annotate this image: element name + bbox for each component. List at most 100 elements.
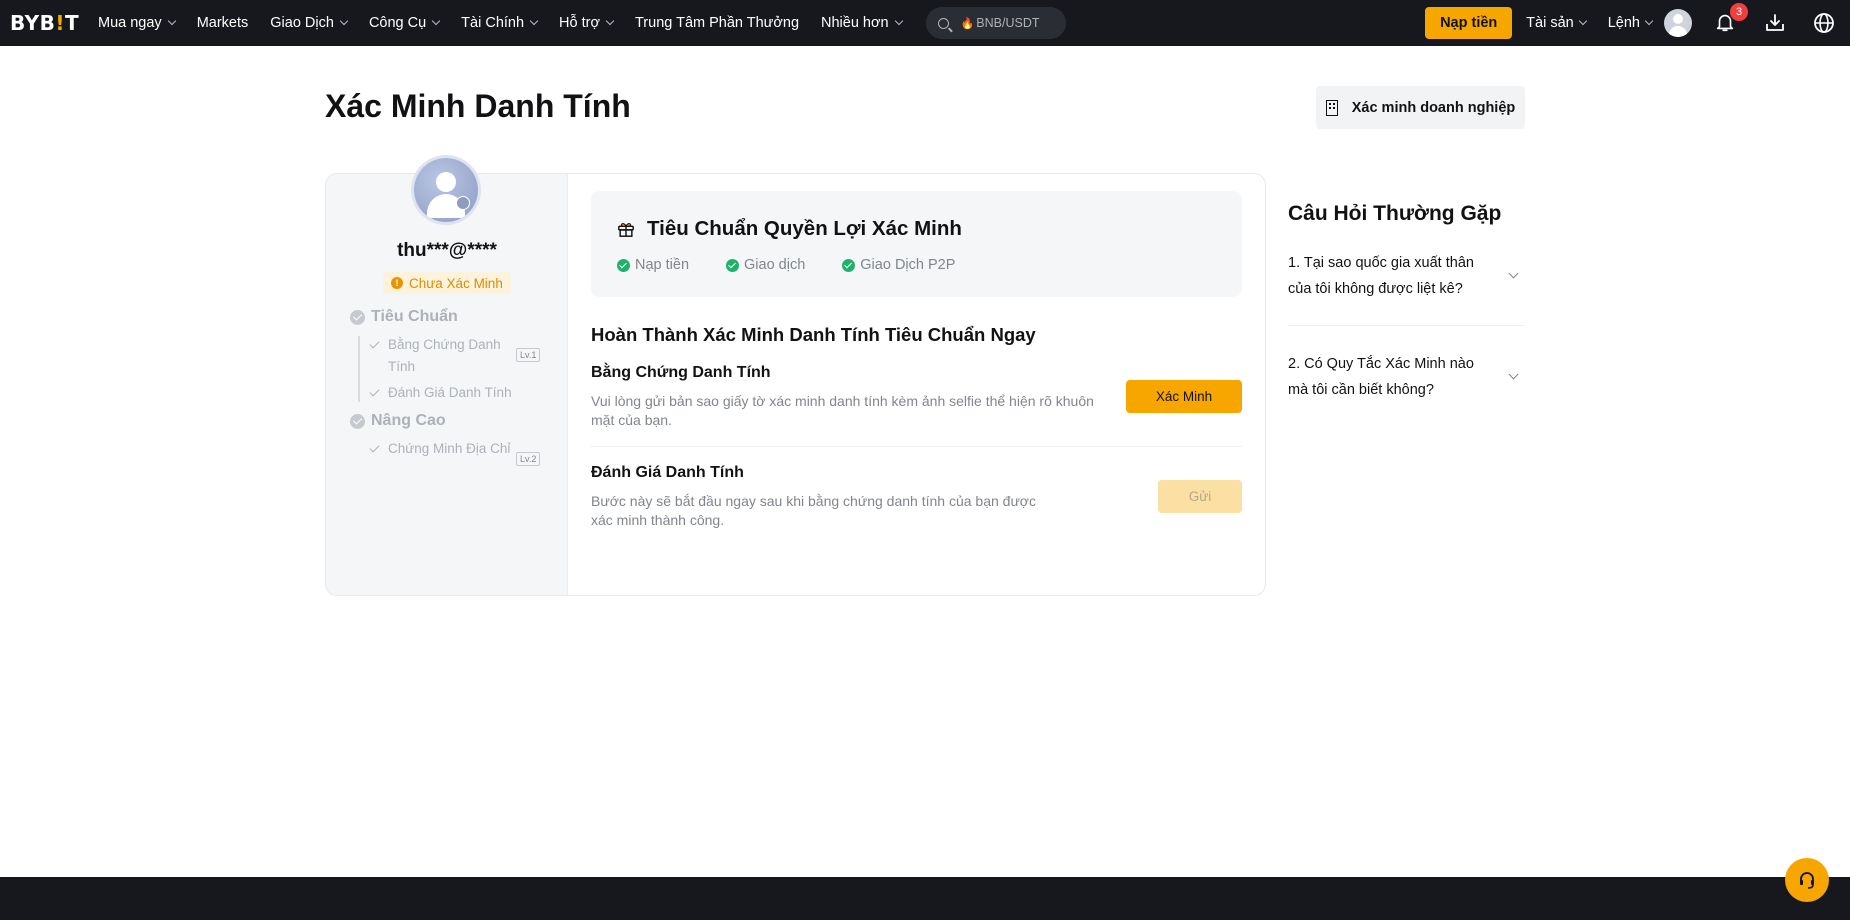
- identity-review-description: Bước này sẽ bắt đầu ngay sau khi bằng ch…: [591, 493, 1036, 528]
- status-text: Chưa Xác Minh: [409, 275, 503, 291]
- nav-more[interactable]: Nhiều hơn: [821, 0, 903, 46]
- customer-support-button[interactable]: [1785, 858, 1829, 902]
- chevron-down-icon: [339, 16, 349, 26]
- orders-label: Lệnh: [1607, 15, 1640, 31]
- benefit-item: Giao Dịch P2P: [842, 257, 955, 273]
- faq-question: 1. Tại sao quốc gia xuất thân của tôi kh…: [1288, 255, 1474, 297]
- benefits-title-text: Tiêu Chuẩn Quyền Lợi Xác Minh: [647, 217, 962, 240]
- chevron-down-icon: [1578, 16, 1587, 26]
- business-verification-button[interactable]: Xác minh doanh nghiệp: [1316, 86, 1525, 129]
- user-avatar[interactable]: [1664, 9, 1692, 37]
- step-group-label: Nâng Cao: [371, 412, 446, 429]
- benefit-item: Nạp tiền: [617, 257, 689, 273]
- nav-markets[interactable]: Markets: [197, 0, 249, 46]
- chevron-down-icon: [167, 16, 176, 26]
- step-label: Đánh Giá Danh Tính: [388, 385, 512, 400]
- chevron-down-icon: [431, 16, 441, 26]
- topbar-right: Nạp tiền Tài sản Lệnh 3: [1425, 0, 1850, 46]
- nav-label: Hỗ trợ: [559, 15, 600, 31]
- section-title: Hoàn Thành Xác Minh Danh Tính Tiêu Chuẩn…: [591, 324, 1036, 345]
- nav-label: Markets: [196, 15, 249, 31]
- faq-question: 2. Có Quy Tắc Xác Minh nào mà tôi cần bi…: [1288, 356, 1474, 398]
- search-input[interactable]: 🔥 BNB/USDT: [925, 7, 1066, 39]
- level-badge: Lv.1: [516, 348, 541, 362]
- nav-tools[interactable]: Công Cụ: [368, 0, 441, 46]
- download-button[interactable]: [1763, 11, 1787, 35]
- step-connector: [358, 336, 360, 402]
- check-circle-icon: [350, 413, 365, 429]
- chevron-down-icon: [1508, 268, 1519, 279]
- chevron-down-icon: [529, 16, 539, 26]
- chevron-down-icon: [605, 16, 615, 26]
- nav-support[interactable]: Hỗ trợ: [559, 0, 615, 46]
- step-label: Bằng Chứng Danh Tính: [388, 337, 501, 374]
- search-icon: [937, 17, 949, 29]
- chevron-down-icon: [1644, 16, 1654, 26]
- faq-divider: [1288, 325, 1525, 326]
- nav-label: Trung Tâm Phần Thưởng: [634, 15, 800, 31]
- logo-text: BYB: [10, 11, 56, 35]
- check-circle-icon: [726, 258, 740, 272]
- avatar-head: [436, 172, 456, 192]
- assets-label: Tài sản: [1526, 15, 1574, 31]
- building-icon: [1325, 99, 1338, 116]
- step-group-standard: Tiêu Chuẩn: [350, 308, 458, 326]
- identity-proof-title: Bằng Chứng Danh Tính: [591, 364, 771, 381]
- business-verification-label: Xác minh doanh nghiệp: [1351, 99, 1516, 116]
- top-navigation-bar: BYB! T Mua ngay Markets Giao Dịch Công Cụ…: [0, 0, 1850, 46]
- nav-finance[interactable]: Tài Chính: [461, 0, 539, 46]
- step-address-proof: Chứng Minh Địa Chỉ: [369, 438, 512, 460]
- check-circle-icon: [617, 258, 630, 272]
- nav-trade[interactable]: Giao Dịch: [270, 0, 349, 46]
- deposit-button[interactable]: Nạp tiền: [1425, 7, 1513, 39]
- benefit-label: Giao Dịch P2P: [860, 257, 956, 273]
- verify-button[interactable]: Xác Minh: [1126, 380, 1242, 413]
- download-icon: [1766, 14, 1784, 31]
- warning-icon: !: [391, 277, 403, 289]
- assets-menu[interactable]: Tài sản: [1526, 15, 1587, 31]
- divider: [591, 446, 1242, 447]
- search-placeholder: BNB/USDT: [976, 16, 1040, 30]
- nav-label: Nhiều hơn: [821, 15, 889, 31]
- check-circle-icon: [350, 309, 365, 325]
- chevron-down-icon: [1508, 369, 1519, 380]
- step-identity-proof: Bằng Chứng Danh Tính: [369, 334, 512, 378]
- notification-badge: 3: [1730, 3, 1748, 21]
- page-title: Xác Minh Danh Tính: [325, 88, 631, 124]
- faq-title: Câu Hỏi Thường Gặp: [1288, 202, 1502, 225]
- profile-avatar[interactable]: [414, 158, 478, 222]
- bybit-logo[interactable]: BYB! T: [10, 0, 82, 46]
- gift-icon: [618, 223, 634, 237]
- footer: [0, 877, 1850, 920]
- check-circle-icon: [842, 258, 856, 272]
- nav-label: Mua ngay: [98, 15, 162, 31]
- step-group-advanced: Nâng Cao: [350, 412, 446, 430]
- check-icon: [369, 386, 380, 397]
- level-badge: Lv.2: [516, 452, 541, 466]
- nav-rewards-hub[interactable]: Trung Tâm Phần Thưởng: [635, 0, 799, 46]
- submit-button[interactable]: Gửi: [1158, 480, 1242, 513]
- edit-icon: [456, 196, 470, 210]
- identity-proof-description: Vui lòng gửi bản sao giấy tờ xác minh da…: [591, 393, 1094, 428]
- identity-review-title: Đánh Giá Danh Tính: [591, 464, 744, 481]
- nav-buy-now[interactable]: Mua ngay: [98, 0, 176, 46]
- nav-label: Công Cụ: [368, 15, 427, 31]
- verification-sidebar: thu***@**** ! Chưa Xác Minh Tiêu Chuẩn B…: [326, 174, 568, 595]
- globe-icon: [1814, 13, 1834, 33]
- language-button[interactable]: [1812, 11, 1836, 35]
- check-icon: [369, 338, 380, 349]
- notifications-button[interactable]: 3: [1714, 3, 1748, 35]
- benefit-label: Nạp tiền: [635, 257, 690, 273]
- chevron-down-icon: [894, 16, 903, 26]
- nav-label: Tài Chính: [461, 15, 525, 31]
- benefits-panel: Tiêu Chuẩn Quyền Lợi Xác Minh Nạp tiền G…: [591, 191, 1242, 297]
- benefit-item: Giao dịch: [726, 257, 805, 273]
- benefit-label: Giao dịch: [744, 257, 806, 273]
- headset-icon: [1800, 872, 1814, 889]
- step-label: Chứng Minh Địa Chỉ: [388, 441, 511, 456]
- faq-item[interactable]: 1. Tại sao quốc gia xuất thân của tôi kh…: [1288, 250, 1525, 302]
- logo-accent: !: [55, 11, 66, 35]
- faq-item[interactable]: 2. Có Quy Tắc Xác Minh nào mà tôi cần bi…: [1288, 351, 1525, 403]
- check-icon: [369, 442, 380, 453]
- orders-menu[interactable]: Lệnh: [1607, 15, 1654, 31]
